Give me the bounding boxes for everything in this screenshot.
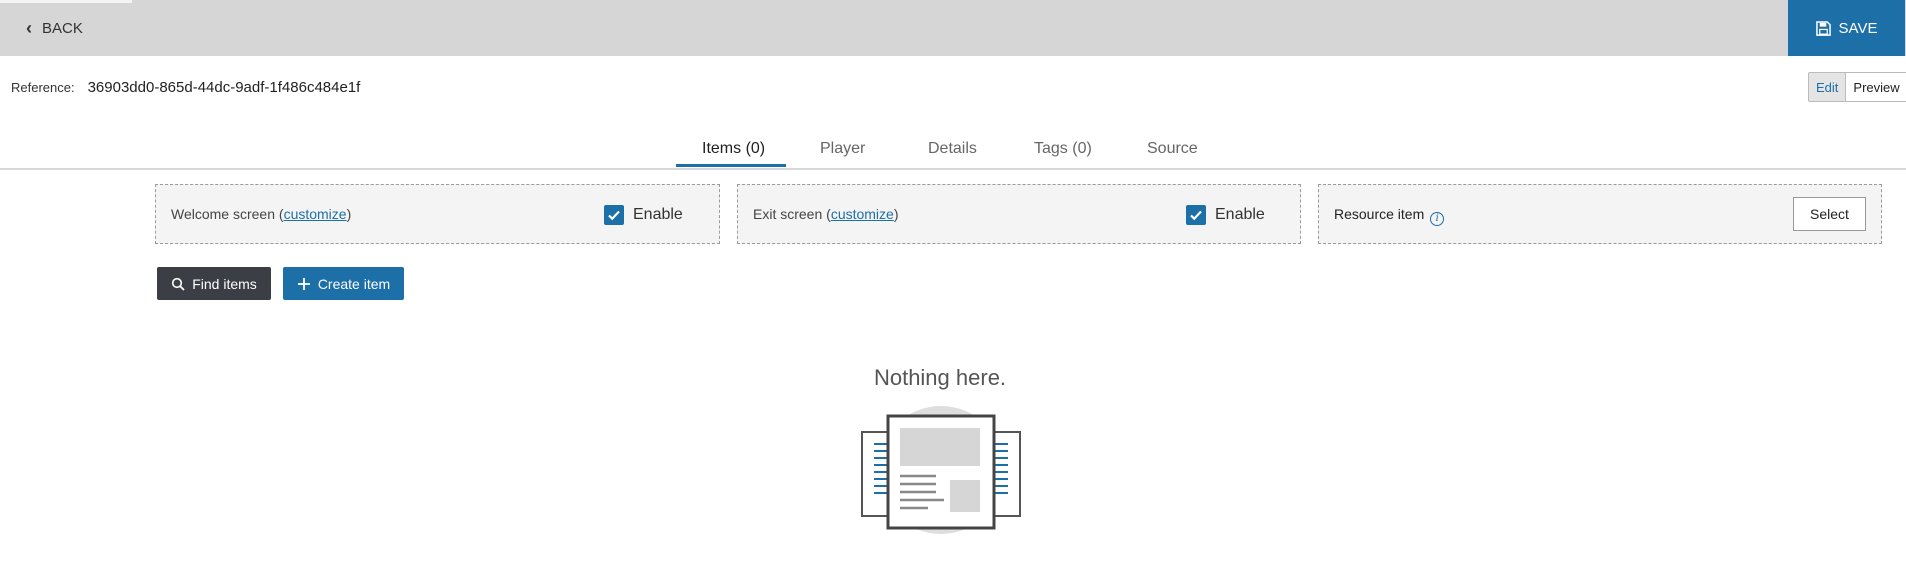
chevron-left-icon: ‹ (26, 18, 32, 38)
exit-enable-checkbox[interactable] (1186, 205, 1206, 225)
preview-mode-button[interactable]: Preview (1846, 73, 1906, 101)
exit-customize-link[interactable]: customize (831, 206, 894, 222)
search-icon (172, 277, 185, 291)
back-button[interactable]: ‹ BACK (26, 16, 83, 40)
exit-screen-text: Exit screen ( (753, 206, 831, 222)
welcome-screen-text: Welcome screen ( (171, 206, 284, 222)
welcome-enable-toggle[interactable]: Enable (604, 205, 683, 225)
exit-enable-label: Enable (1215, 206, 1265, 223)
active-tab-indicator (676, 164, 786, 167)
create-item-label: Create item (317, 275, 391, 292)
welcome-enable-checkbox[interactable] (604, 205, 624, 225)
checkmark-icon (1190, 210, 1202, 221)
tab-source[interactable]: Source (1147, 140, 1198, 158)
reference-value: 36903dd0-865d-44dc-9adf-1f486c484e1f (87, 79, 361, 96)
save-button[interactable]: SAVE (1788, 0, 1905, 56)
create-item-button[interactable]: Create item (283, 267, 404, 300)
welcome-enable-label: Enable (633, 206, 683, 223)
tab-details[interactable]: Details (928, 140, 977, 158)
exit-enable-toggle[interactable]: Enable (1186, 205, 1265, 225)
reference-label: Reference: (11, 80, 75, 95)
reference-row: Reference: 36903dd0-865d-44dc-9adf-1f486… (11, 79, 360, 96)
tab-bar: Items (0) Player Details Tags (0) Source (0, 132, 1906, 170)
welcome-screen-panel: Welcome screen (customize) Enable (155, 184, 720, 244)
welcome-screen-label: Welcome screen (customize) (171, 206, 351, 222)
edit-preview-toggle: Edit Preview (1808, 72, 1906, 102)
empty-documents-illustration (861, 406, 1021, 534)
tab-tags[interactable]: Tags (0) (1034, 140, 1092, 158)
resource-item-text: Resource item (1334, 206, 1425, 222)
resource-item-label: Resource item i (1334, 206, 1445, 226)
find-items-label: Find items (192, 275, 257, 292)
exit-screen-label: Exit screen (customize) (753, 206, 899, 222)
exit-screen-panel: Exit screen (customize) Enable (737, 184, 1301, 244)
floppy-disk-icon (1815, 20, 1831, 36)
find-items-button[interactable]: Find items (157, 267, 271, 300)
top-bar-accent (0, 0, 132, 3)
top-bar: ‹ BACK SAVE (0, 0, 1906, 56)
tab-player[interactable]: Player (820, 140, 865, 158)
back-label: BACK (42, 19, 83, 37)
welcome-customize-link[interactable]: customize (284, 206, 347, 222)
save-label: SAVE (1838, 19, 1878, 37)
resource-item-panel: Resource item i Select (1318, 184, 1882, 244)
welcome-screen-text-end: ) (346, 206, 352, 222)
plus-icon (297, 277, 310, 290)
empty-state-title: Nothing here. (873, 365, 1007, 390)
edit-mode-button[interactable]: Edit (1809, 73, 1847, 101)
checkmark-icon (608, 210, 620, 221)
info-icon[interactable]: i (1430, 211, 1445, 226)
tab-items[interactable]: Items (0) (702, 140, 765, 158)
exit-screen-text-end: ) (893, 206, 899, 222)
select-resource-button[interactable]: Select (1793, 197, 1866, 231)
